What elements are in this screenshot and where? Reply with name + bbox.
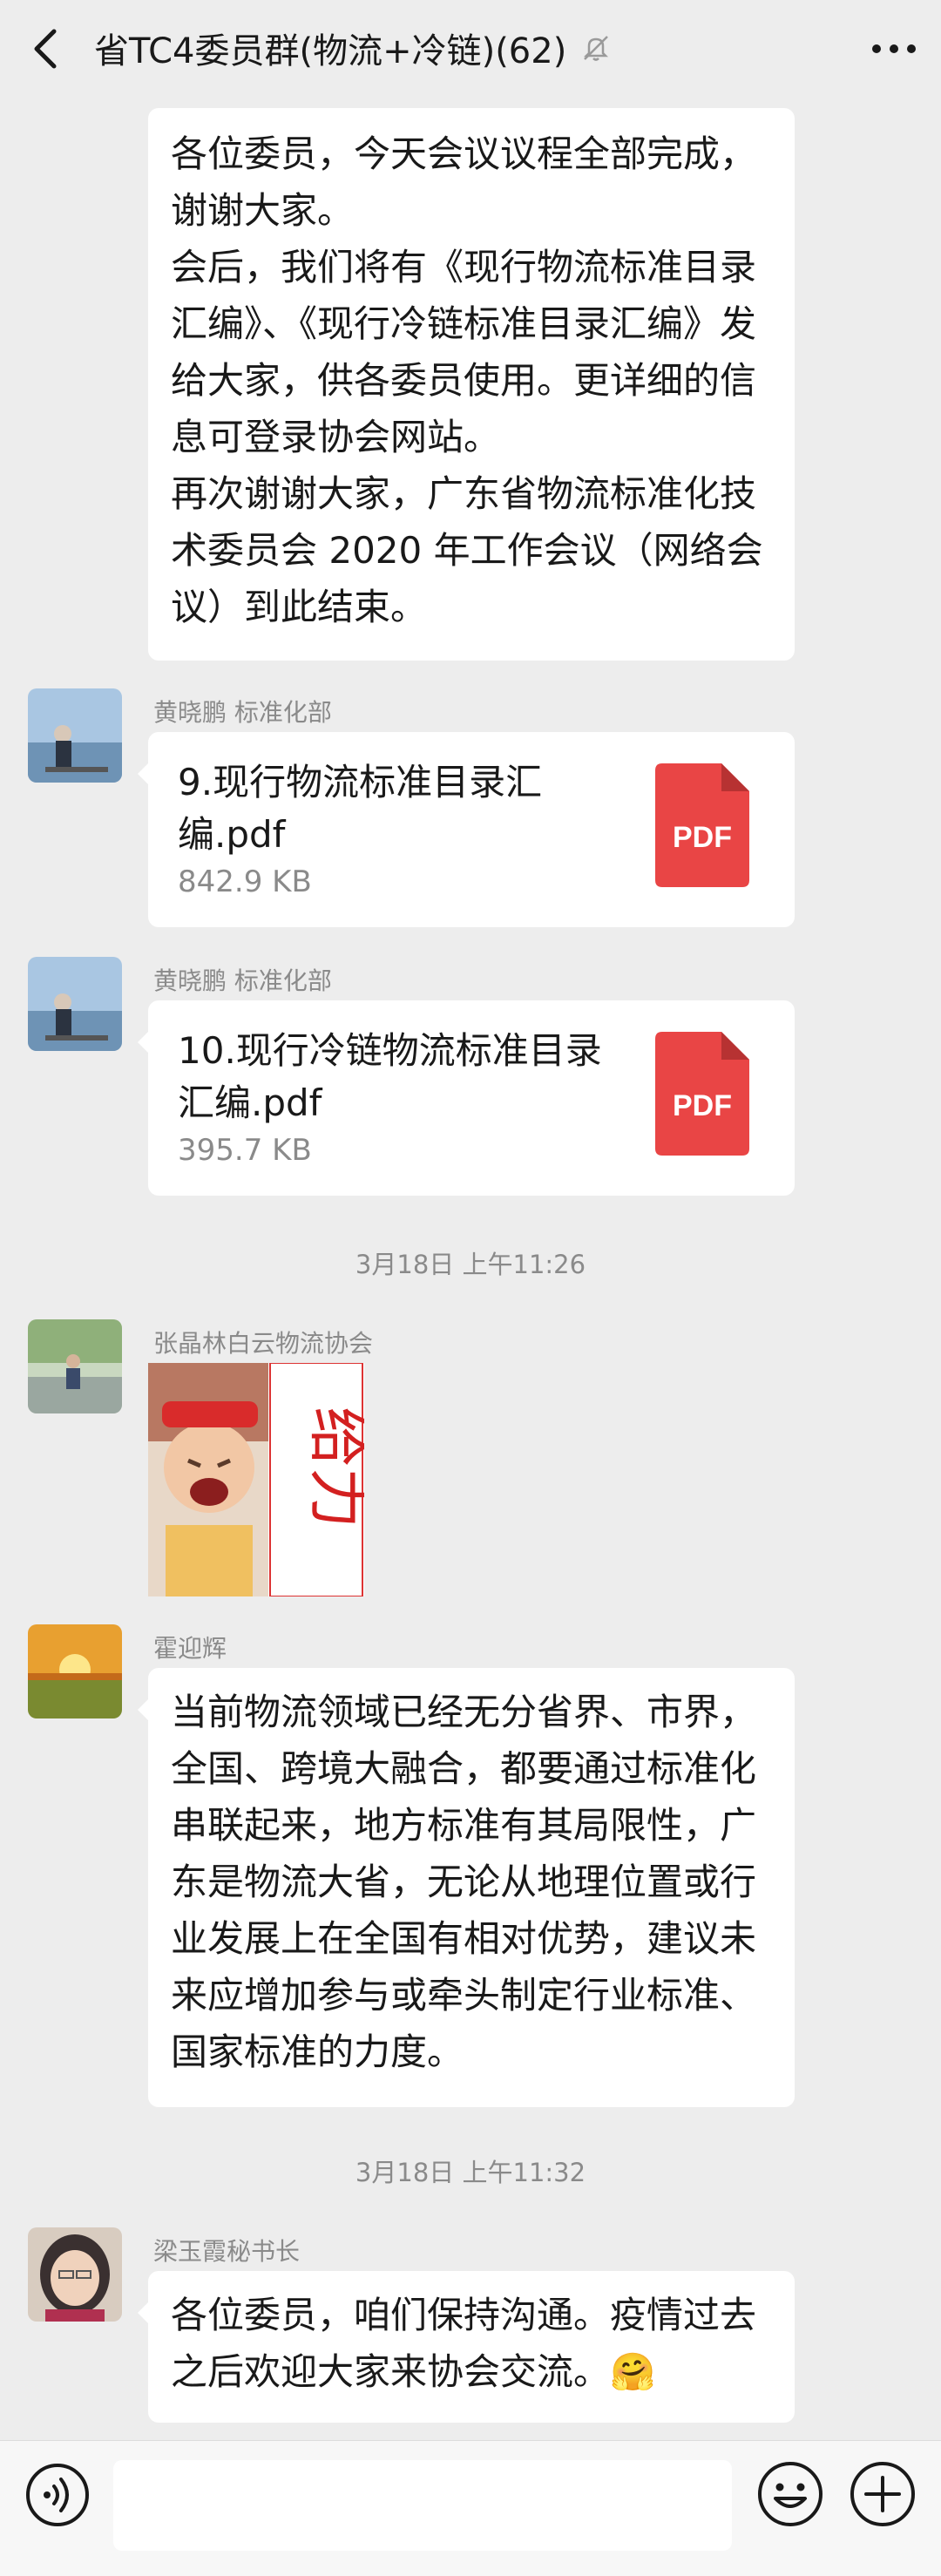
emoji-button[interactable] [756, 2460, 824, 2528]
pdf-file-icon: PDF [655, 1032, 749, 1156]
message-paragraph: 会后，我们将有《现行物流标准目录汇编》、《现行冷链标准目录汇编》发给大家，供各委… [171, 246, 757, 458]
bubble-tail [138, 763, 148, 784]
message-bubble[interactable]: 当前物流领域已经无分省界、市界，全国、跨境大融合，都要通过标准化串联起来，地方标… [138, 1668, 795, 2107]
sticker-image[interactable]: 给力 [148, 1362, 374, 1597]
voice-button[interactable] [24, 2462, 91, 2528]
smile-icon [758, 2462, 823, 2526]
timestamp: 3月18日 上午11:26 [355, 1250, 586, 1279]
message-input[interactable] [113, 2460, 732, 2551]
bubble-tail [138, 1032, 148, 1053]
sticker-text: 给力 [302, 1407, 364, 1529]
input-bar [0, 2440, 941, 2576]
chat-header: 省TC4委员群(物流+冷链)(62) [0, 0, 941, 98]
sender-name: 黄晓鹏 标准化部 [153, 966, 332, 995]
message-bubble[interactable]: 各位委员，咱们保持沟通。疫情过去之后欢迎大家来协会交流。🤗 [138, 2271, 795, 2423]
more-functions-button[interactable] [849, 2460, 917, 2528]
pdf-label: PDF [673, 821, 732, 854]
title-group: 省TC4委员群(物流+冷链)(62) [94, 19, 613, 77]
message-paragraph: 再次谢谢大家，广东省物流标准化技术委员会 2020 年工作会议（网络会议）到此结… [171, 472, 763, 628]
sender-name: 张晶林白云物流协会 [153, 1329, 374, 1358]
more-horizontal-icon [872, 44, 916, 53]
hug-emoji: 🤗 [610, 2350, 656, 2393]
pdf-file-icon: PDF [655, 763, 749, 887]
file-size: 842.9 KB [178, 864, 312, 899]
message-text: 各位委员，咱们保持沟通。疫情过去之后欢迎大家来协会交流。🤗 [148, 2271, 795, 2416]
avatar-huang[interactable] [28, 957, 122, 1051]
message-text-content: 各位委员，咱们保持沟通。疫情过去之后欢迎大家来协会交流。 [171, 2294, 757, 2393]
sender-name: 梁玉霞秘书长 [153, 2237, 301, 2266]
message-text: 当前物流领域已经无分省界、市界，全国、跨境大融合，都要通过标准化串联起来，地方标… [171, 1691, 757, 2073]
avatar-huo[interactable] [28, 1624, 122, 1718]
more-button[interactable] [870, 31, 918, 66]
bubble-tail [138, 2302, 148, 2323]
message-bubble[interactable]: 各位委员，今天会议议程全部完成，谢谢大家。 会后，我们将有《现行物流标准目录汇编… [148, 108, 795, 661]
chat-title: 省TC4委员群(物流+冷链)(62) [94, 31, 567, 71]
file-name: 9.现行物流标准目录汇编.pdf [178, 761, 543, 856]
avatar-zhang[interactable] [28, 1319, 122, 1413]
message-text: 各位委员，今天会议议程全部完成，谢谢大家。 会后，我们将有《现行物流标准目录汇编… [148, 108, 795, 651]
avatar-liang[interactable] [28, 2227, 122, 2322]
avatar-huang[interactable] [28, 688, 122, 783]
pdf-label: PDF [673, 1089, 732, 1122]
chevron-left-icon [34, 29, 57, 69]
timestamp: 3月18日 上午11:32 [355, 2158, 586, 2187]
chat-area[interactable]: 各位委员，今天会议议程全部完成，谢谢大家。 会后，我们将有《现行物流标准目录汇编… [0, 0, 941, 2440]
back-button[interactable] [26, 24, 64, 73]
bubble-tail [138, 1699, 148, 1720]
file-message[interactable]: 10.现行冷链物流标准目录汇编.pdf 395.7 KB PDF [138, 1000, 795, 1196]
file-size: 395.7 KB [178, 1133, 312, 1168]
file-message[interactable]: 9.现行物流标准目录汇编.pdf 842.9 KB PDF [138, 732, 795, 927]
bell-off-icon [584, 36, 609, 61]
voice-icon [26, 2464, 89, 2526]
file-name: 10.现行冷链物流标准目录汇编.pdf [178, 1029, 602, 1124]
sender-name: 霍迎辉 [153, 1634, 227, 1663]
plus-circle-icon [850, 2462, 915, 2526]
message-paragraph: 各位委员，今天会议议程全部完成，谢谢大家。 [171, 132, 757, 232]
sender-name: 黄晓鹏 标准化部 [153, 698, 332, 727]
